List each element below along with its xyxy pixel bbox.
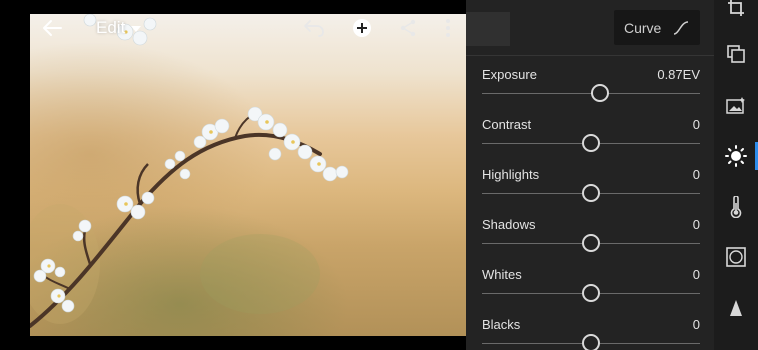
slider-thumb[interactable] xyxy=(591,84,610,102)
slider-thumb[interactable] xyxy=(582,234,600,252)
slider-value: 0 xyxy=(692,167,700,182)
panel-header-overlay xyxy=(466,12,510,46)
slider-value: 0 xyxy=(692,217,700,232)
slider-label: Blacks xyxy=(482,317,521,332)
tool-rail xyxy=(714,0,758,350)
slider-value: 0.87EV xyxy=(657,67,700,82)
slider-label: Exposure xyxy=(482,67,537,82)
curve-icon xyxy=(674,20,689,35)
slider-label: Shadows xyxy=(482,217,536,232)
slider-contrast: Contrast 0 xyxy=(482,114,700,164)
slider-value: 0 xyxy=(692,117,700,132)
presets-icon[interactable] xyxy=(714,34,758,74)
slider-thumb[interactable] xyxy=(582,184,600,202)
slider-label: Whites xyxy=(482,267,522,282)
light-icon[interactable] xyxy=(714,136,758,176)
slider-list: Exposure 0.87EV Contrast 0 Highlights 0 … xyxy=(482,64,700,350)
slider-highlights: Highlights 0 xyxy=(482,164,700,214)
slider-shadows: Shadows 0 xyxy=(482,214,700,264)
panel-header: Curve xyxy=(466,0,714,56)
slider-thumb[interactable] xyxy=(582,134,600,152)
slider-label: Contrast xyxy=(482,117,532,132)
chevron-down-icon xyxy=(131,26,142,32)
light-adjustments-panel: Curve Exposure 0.87EV Contrast 0 Highlig… xyxy=(466,0,714,350)
slider-thumb[interactable] xyxy=(582,334,600,350)
vignette-icon[interactable] xyxy=(714,237,758,277)
share-icon[interactable] xyxy=(396,16,420,40)
slider-value: 0 xyxy=(692,267,700,282)
curve-button-label: Curve xyxy=(624,19,662,36)
curve-button[interactable]: Curve xyxy=(614,10,700,45)
edit-mode-dropdown[interactable]: Edit xyxy=(96,18,142,38)
slider-whites: Whites 0 xyxy=(482,264,700,314)
more-vertical-icon[interactable] xyxy=(436,16,460,40)
slider-thumb[interactable] xyxy=(582,284,600,302)
slider-value: 0 xyxy=(692,317,700,332)
undo-icon[interactable] xyxy=(302,16,326,40)
auto-enhance-icon[interactable] xyxy=(714,85,758,125)
blossom-branch-image xyxy=(30,14,349,328)
crop-icon[interactable] xyxy=(714,0,758,28)
add-circle-icon[interactable] xyxy=(350,16,374,40)
top-bar: Edit xyxy=(0,0,466,56)
slider-blacks: Blacks 0 xyxy=(482,314,700,350)
page-title: Edit xyxy=(96,18,126,37)
detail-icon[interactable] xyxy=(714,288,758,328)
color-icon[interactable] xyxy=(714,187,758,227)
arrow-left-icon[interactable] xyxy=(40,16,64,40)
slider-exposure: Exposure 0.87EV xyxy=(482,64,700,114)
photo-preview[interactable] xyxy=(30,14,510,336)
slider-label: Highlights xyxy=(482,167,540,182)
